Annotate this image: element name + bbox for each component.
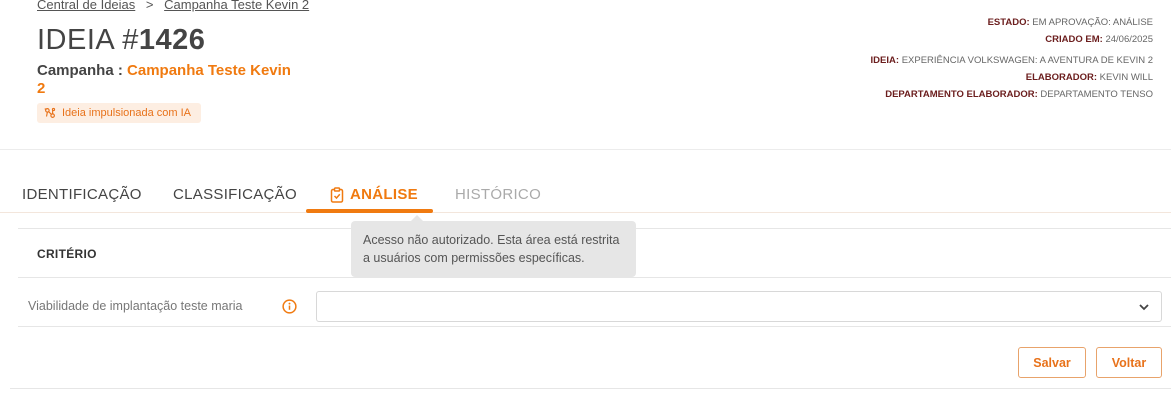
info-icon[interactable] [282,299,297,314]
meta-ideia-key: IDEIA: [870,55,900,66]
back-button[interactable]: Voltar [1096,347,1162,378]
chevron-down-icon [1139,304,1149,311]
meta-elaborador-key: ELABORADOR: [1025,72,1098,83]
meta-criado-key: CRIADO EM: [1045,34,1103,45]
ai-sparkle-icon [44,107,56,118]
header-divider [0,149,1171,150]
campaign-info: Campanha : Campanha Teste Kevin 2 [37,62,297,98]
meta-departamento-key: DEPARTAMENTO ELABORADOR: [885,89,1038,100]
idea-number: 1426 [138,24,206,56]
tab-label: HISTÓRICO [455,186,542,203]
breadcrumb-link-central[interactable]: Central de Ideias [37,0,135,12]
tab-classificacao[interactable]: CLASSIFICAÇÃO [173,176,297,213]
tab-bar: IDENTIFICAÇÃO CLASSIFICAÇÃO ANÁLISE HIST… [0,176,1171,213]
meta-departamento-value: DEPARTAMENTO TENSO [1040,89,1153,100]
meta-estado-value: EM APROVAÇÃO: ANÁLISE [1032,17,1153,28]
ai-badge: Ideia impulsionada com IA [37,103,202,123]
ai-badge-label: Ideia impulsionada com IA [62,107,192,119]
footer-divider [10,388,1171,389]
criteria-select[interactable] [316,291,1162,322]
page-title: IDEIA #1426 [37,24,205,57]
meta-criado-value: 24/06/2025 [1105,34,1153,45]
tab-label: IDENTIFICAÇÃO [22,186,142,203]
meta-ideia-value: EXPERIÊNCIA VOLKSWAGEN: A AVENTURA DE KE… [901,55,1153,66]
idea-meta: ESTADO: EM APROVAÇÃO: ANÁLISE CRIADO EM:… [871,14,1153,103]
row-divider [18,326,1171,327]
access-tooltip: Acesso não autorizado. Esta área está re… [351,215,636,277]
breadcrumb-link-campaign[interactable]: Campanha Teste Kevin 2 [164,0,309,12]
clipboard-check-icon [330,186,344,203]
campaign-label: Campanha : [37,62,123,79]
breadcrumb-separator: > [145,0,154,12]
save-button[interactable]: Salvar [1018,347,1086,378]
tab-historico[interactable]: HISTÓRICO [455,176,541,213]
tab-analise[interactable]: ANÁLISE [330,176,418,213]
idea-prefix: IDEIA # [37,24,139,56]
meta-elaborador-value: KEVIN WILL [1099,72,1153,83]
tab-label: CLASSIFICAÇÃO [173,186,297,203]
criteria-label: Viabilidade de implantação teste maria [28,299,243,313]
tab-identificacao[interactable]: IDENTIFICAÇÃO [22,176,142,213]
tab-label: ANÁLISE [350,186,418,203]
row-divider [18,277,1171,278]
breadcrumb: Central de Ideias > Campanha Teste Kevin… [37,0,309,12]
active-tab-indicator [306,209,433,213]
criteria-header: CRITÉRIO [37,247,97,261]
meta-estado-key: ESTADO: [987,17,1030,28]
